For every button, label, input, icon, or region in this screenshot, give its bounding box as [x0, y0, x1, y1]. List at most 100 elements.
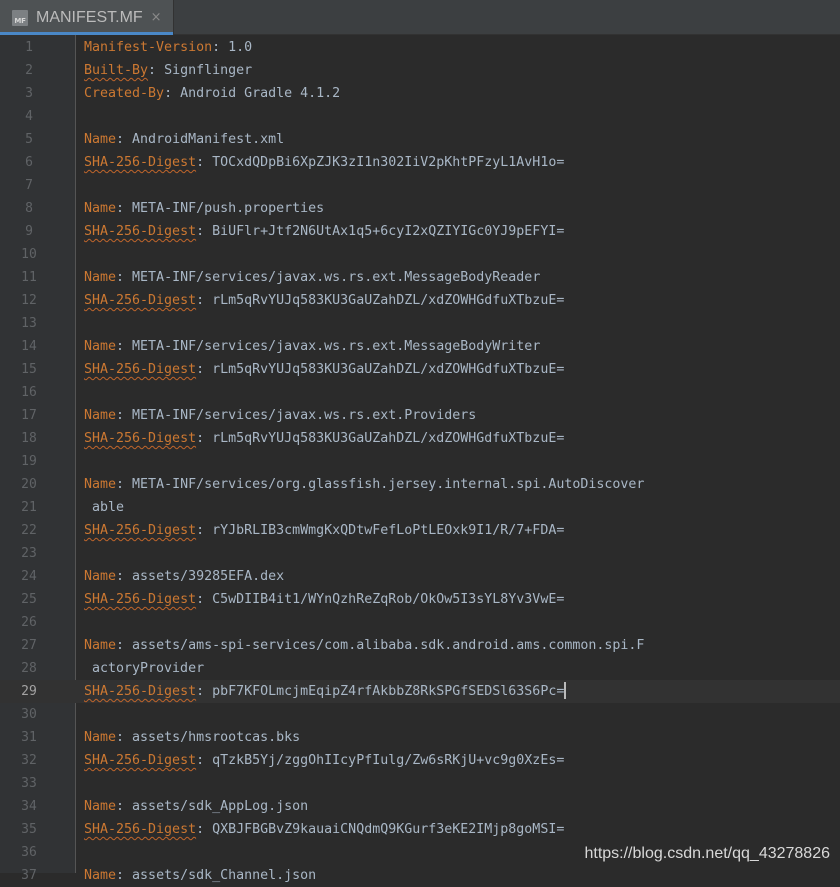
code-line[interactable]: 15 SHA-256-Digest: rLm5qRvYUJq583KU3GaUZa… — [0, 358, 840, 381]
manifest-attribute-value: META-INF/services/javax.ws.rs.ext.Messag… — [132, 270, 541, 285]
manifest-attribute-key: SHA-256-Digest — [84, 523, 197, 538]
key-separator: : — [196, 822, 213, 837]
text-caret — [564, 682, 567, 699]
manifest-attribute-value: pbF7KFOLmcjmEqipZ4rfAkbbZ8RkSPGfSEDSl63S… — [212, 684, 565, 699]
code-line[interactable]: 25 SHA-256-Digest: C5wDIIB4it1/WYnQzhReZq… — [0, 588, 840, 611]
manifest-attribute-key: Name — [84, 408, 117, 423]
manifest-attribute-key: SHA-256-Digest — [84, 684, 197, 699]
manifest-attribute-key: Manifest-Version — [84, 40, 213, 55]
code-editor[interactable]: 1 Manifest-Version: 1.0 2 Built-By: Signfli… — [0, 35, 840, 883]
code-line[interactable]: 30 — [0, 703, 840, 726]
line-number: 16 — [21, 385, 37, 400]
manifest-attribute-value: assets/sdk_AppLog.json — [132, 799, 309, 814]
code-line[interactable]: 20 Name: META-INF/services/org.glassfish.… — [0, 473, 840, 496]
manifest-attribute-key: Name — [84, 730, 117, 745]
line-number: 26 — [21, 615, 37, 630]
line-number: 21 — [21, 500, 37, 515]
watermark: https://blog.csdn.net/qq_43278826 — [584, 845, 830, 862]
code-text: SHA-256-Digest: rYJbRLIB3cmWmgKxQDtwFefL… — [84, 519, 564, 542]
code-line[interactable]: 23 — [0, 542, 840, 565]
code-line[interactable]: 21 able — [0, 496, 840, 519]
code-line[interactable]: 9 SHA-256-Digest: BiUFlr+Jtf2N6UtAx1q5+6c… — [0, 220, 840, 243]
line-number: 6 — [25, 155, 33, 170]
code-text: SHA-256-Digest: rLm5qRvYUJq583KU3GaUZahD… — [84, 358, 564, 381]
code-text: SHA-256-Digest: TOCxdQDpBi6XpZJK3zI1n302… — [84, 151, 564, 174]
code-line[interactable]: 14 Name: META-INF/services/javax.ws.rs.ex… — [0, 335, 840, 358]
line-number: 13 — [21, 316, 37, 331]
code-line[interactable]: 17 Name: META-INF/services/javax.ws.rs.ex… — [0, 404, 840, 427]
line-number: 33 — [21, 776, 37, 791]
code-text: Name: assets/39285EFA.dex — [84, 565, 284, 588]
manifest-attribute-key: SHA-256-Digest — [84, 431, 197, 446]
code-line[interactable]: 3 Created-By: Android Gradle 4.1.2 — [0, 82, 840, 105]
code-line[interactable]: 28 actoryProvider — [0, 657, 840, 680]
manifest-attribute-value: Android Gradle 4.1.2 — [180, 86, 341, 101]
code-line[interactable]: 24 Name: assets/39285EFA.dex — [0, 565, 840, 588]
code-line[interactable]: 11 Name: META-INF/services/javax.ws.rs.ex… — [0, 266, 840, 289]
code-line[interactable]: 31 Name: assets/hmsrootcas.bks — [0, 726, 840, 749]
line-number: 22 — [21, 523, 37, 538]
code-line[interactable]: 1 Manifest-Version: 1.0 — [0, 36, 840, 59]
line-number: 1 — [25, 40, 33, 55]
code-line[interactable]: 19 — [0, 450, 840, 473]
code-line[interactable]: 5 Name: AndroidManifest.xml — [0, 128, 840, 151]
code-line[interactable]: 26 — [0, 611, 840, 634]
code-text: SHA-256-Digest: BiUFlr+Jtf2N6UtAx1q5+6cy… — [84, 220, 564, 243]
code-text: Name: META-INF/push.properties — [84, 197, 324, 220]
line-number: 19 — [21, 454, 37, 469]
line-number: 25 — [21, 592, 37, 607]
key-separator: : — [196, 362, 213, 377]
code-line[interactable]: 2 Built-By: Signflinger — [0, 59, 840, 82]
code-text: Name: assets/sdk_AppLog.json — [84, 795, 308, 818]
code-line[interactable]: 18 SHA-256-Digest: rLm5qRvYUJq583KU3GaUZa… — [0, 427, 840, 450]
code-line[interactable]: 35 SHA-256-Digest: QXBJFBGBvZ9kauaiCNQdmQ… — [0, 818, 840, 841]
key-separator: : — [116, 730, 133, 745]
manifest-attribute-key: SHA-256-Digest — [84, 155, 197, 170]
code-line[interactable]: 16 — [0, 381, 840, 404]
code-line[interactable]: 22 SHA-256-Digest: rYJbRLIB3cmWmgKxQDtwFe… — [0, 519, 840, 542]
code-line[interactable]: 37 Name: assets/sdk_Channel.json — [0, 864, 840, 887]
manifest-file-icon: MF — [12, 9, 28, 26]
line-number: 23 — [21, 546, 37, 561]
code-line[interactable]: 4 — [0, 105, 840, 128]
manifest-attribute-value: assets/hmsrootcas.bks — [132, 730, 301, 745]
line-number: 37 — [21, 868, 37, 883]
manifest-attribute-value: META-INF/services/org.glassfish.jersey.i… — [132, 477, 645, 492]
code-line[interactable]: 32 SHA-256-Digest: qTzkB5Yj/zggOhIIcyPfIu… — [0, 749, 840, 772]
code-text: Name: AndroidManifest.xml — [84, 128, 284, 151]
code-line[interactable]: 7 — [0, 174, 840, 197]
tab-title: MANIFEST.MF — [36, 8, 143, 26]
code-line[interactable]: 33 — [0, 772, 840, 795]
manifest-attribute-key: Name — [84, 132, 117, 147]
code-line[interactable]: 10 — [0, 243, 840, 266]
line-number: 32 — [21, 753, 37, 768]
key-separator: : — [196, 293, 213, 308]
key-separator: : — [196, 224, 213, 239]
code-text: SHA-256-Digest: rLm5qRvYUJq583KU3GaUZahD… — [84, 289, 564, 312]
key-separator: : — [212, 40, 229, 55]
manifest-attribute-key: Built-By — [84, 63, 149, 78]
code-text: SHA-256-Digest: rLm5qRvYUJq583KU3GaUZahD… — [84, 427, 564, 450]
manifest-attribute-value: rLm5qRvYUJq583KU3GaUZahDZL/xdZOWHGdfuXTb… — [212, 362, 565, 377]
code-line[interactable]: 29 SHA-256-Digest: pbF7KFOLmcjmEqipZ4rfAk… — [0, 680, 840, 703]
manifest-attribute-key: SHA-256-Digest — [84, 293, 197, 308]
code-line[interactable]: 34 Name: assets/sdk_AppLog.json — [0, 795, 840, 818]
code-line[interactable]: 6 SHA-256-Digest: TOCxdQDpBi6XpZJK3zI1n30… — [0, 151, 840, 174]
line-number: 36 — [21, 845, 37, 860]
code-line[interactable]: 27 Name: assets/ams-spi-services/com.alib… — [0, 634, 840, 657]
close-icon[interactable]: × — [151, 10, 162, 25]
code-line[interactable]: 13 — [0, 312, 840, 335]
key-separator: : — [116, 477, 133, 492]
key-separator: : — [196, 155, 213, 170]
code-line[interactable]: 8 Name: META-INF/push.properties — [0, 197, 840, 220]
manifest-attribute-value: rLm5qRvYUJq583KU3GaUZahDZL/xdZOWHGdfuXTb… — [212, 431, 565, 446]
code-line[interactable]: 12 SHA-256-Digest: rLm5qRvYUJq583KU3GaUZa… — [0, 289, 840, 312]
key-separator: : — [116, 569, 133, 584]
manifest-attribute-value: assets/39285EFA.dex — [132, 569, 285, 584]
manifest-attribute-value: Signflinger — [164, 63, 253, 78]
code-text: SHA-256-Digest: pbF7KFOLmcjmEqipZ4rfAkbb… — [84, 680, 567, 703]
manifest-attribute-value: assets/sdk_Channel.json — [132, 868, 317, 883]
manifest-attribute-key: Name — [84, 638, 117, 653]
key-separator: : — [116, 799, 133, 814]
tab-manifest[interactable]: MF MANIFEST.MF × — [0, 0, 174, 35]
